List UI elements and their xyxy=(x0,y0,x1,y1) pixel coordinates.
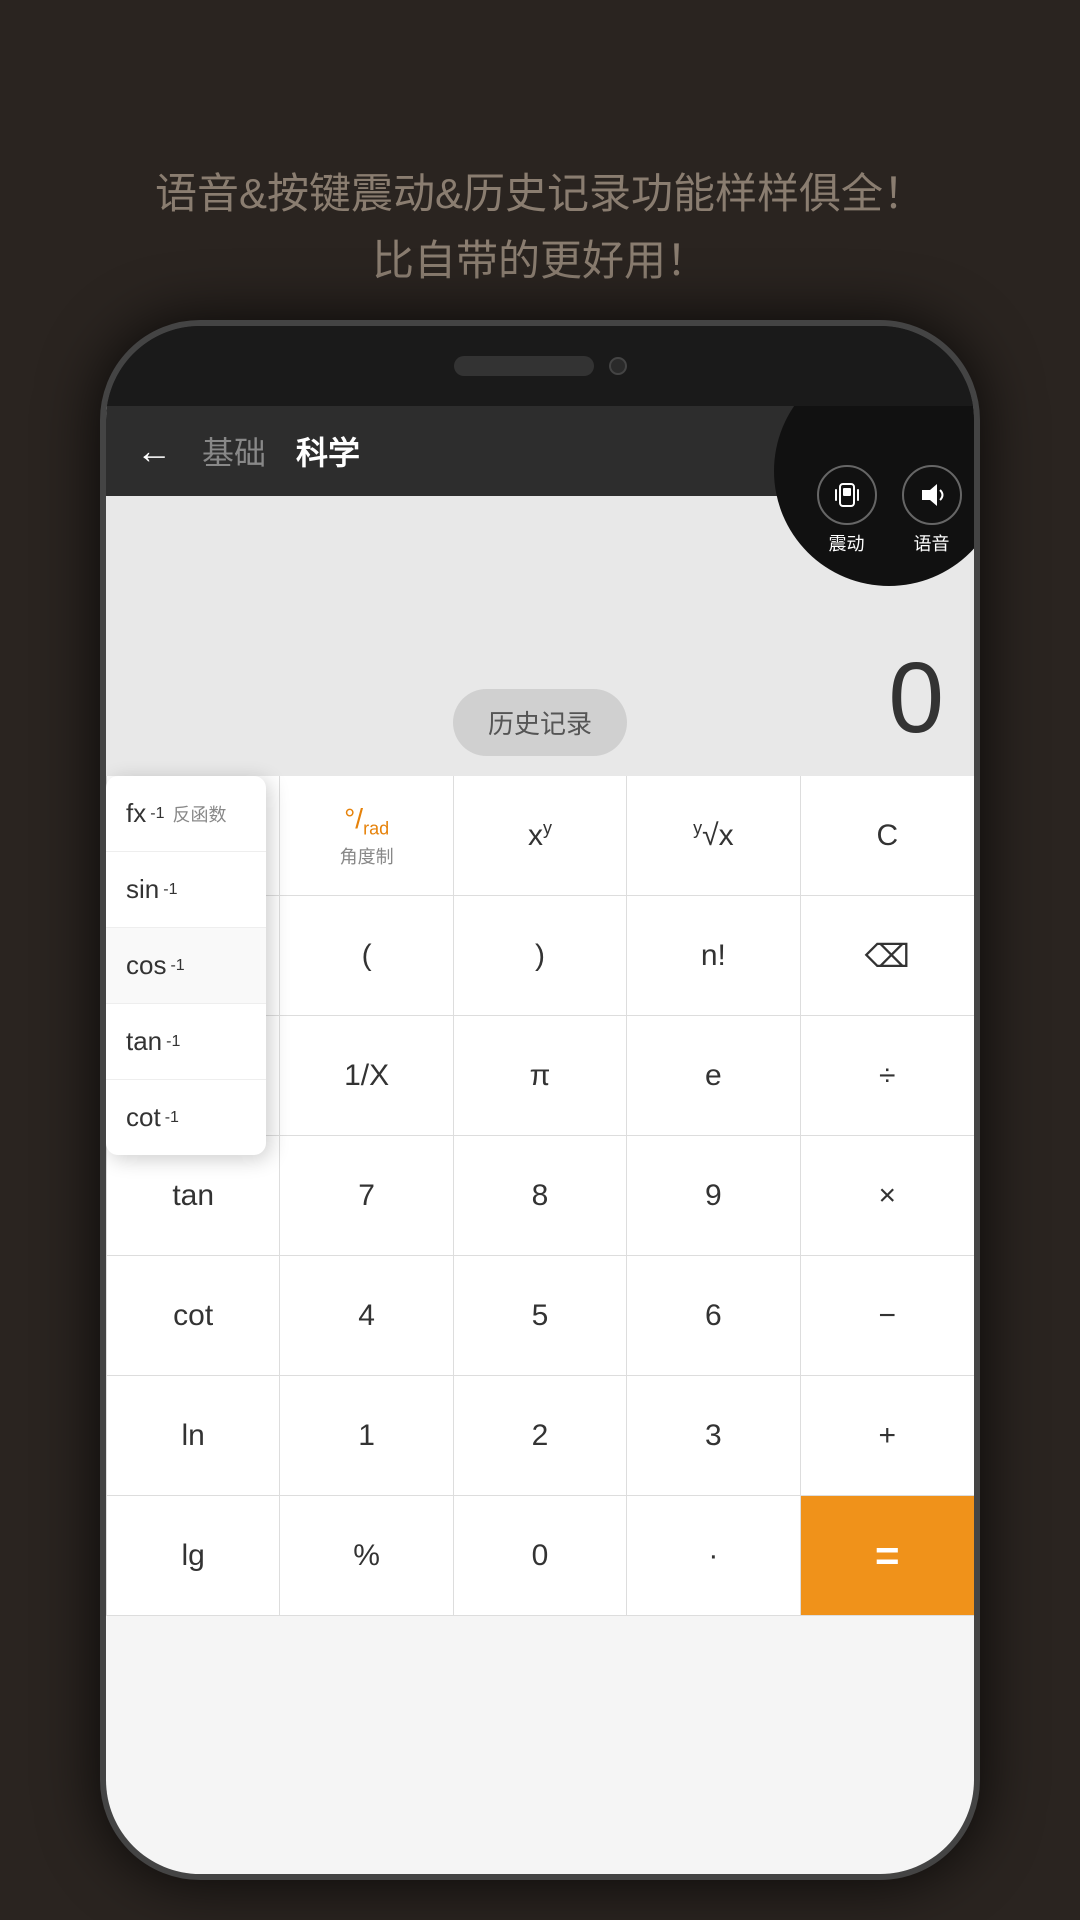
key-r6-c2[interactable]: 0 xyxy=(454,1496,627,1616)
key-r6-c0[interactable]: lg xyxy=(107,1496,280,1616)
keyboard-area: fx-1 反函数 sin-1 cos-1 tan-1 cot-1 xyxy=(106,776,974,1616)
key-r0-c1[interactable]: °/rad角度制 xyxy=(280,776,453,896)
key-r5-c3[interactable]: 3 xyxy=(627,1376,800,1496)
side-popup-item-cos-inv[interactable]: cos-1 xyxy=(106,928,266,1004)
key-r2-c1[interactable]: 1/X xyxy=(280,1016,453,1136)
phone-frame: ← 基础 科学 震动 xyxy=(100,320,980,1880)
key-r3-c3[interactable]: 9 xyxy=(627,1136,800,1256)
key-r5-c0[interactable]: ln xyxy=(107,1376,280,1496)
key-r1-c4[interactable]: ⌫ xyxy=(801,896,974,1016)
key-r5-c1[interactable]: 1 xyxy=(280,1376,453,1496)
phone-top-bar xyxy=(106,326,974,406)
camera-dot xyxy=(609,357,627,375)
key-r5-c2[interactable]: 2 xyxy=(454,1376,627,1496)
key-r0-c2[interactable]: xy xyxy=(454,776,627,896)
key-r4-c2[interactable]: 5 xyxy=(454,1256,627,1376)
app-header: ← 基础 科学 震动 xyxy=(106,406,974,496)
key-r4-c3[interactable]: 6 xyxy=(627,1256,800,1376)
vibrate-icon xyxy=(817,465,877,525)
key-r2-c4[interactable]: ÷ xyxy=(801,1016,974,1136)
side-popup-item-sin-inv[interactable]: sin-1 xyxy=(106,852,266,928)
key-r3-c2[interactable]: 8 xyxy=(454,1136,627,1256)
promo-text: 语音&按键震动&历史记录功能样样俱全！ 比自带的更好用！ xyxy=(0,0,1080,354)
tab-science[interactable]: 科学 xyxy=(296,428,360,474)
key-r4-c1[interactable]: 4 xyxy=(280,1256,453,1376)
sound-icon xyxy=(902,465,962,525)
key-r6-c4[interactable]: = xyxy=(801,1496,974,1616)
key-r0-c4[interactable]: C xyxy=(801,776,974,896)
key-r4-c4[interactable]: − xyxy=(801,1256,974,1376)
side-popup-item-fx-inv[interactable]: fx-1 反函数 xyxy=(106,776,266,852)
tab-basic[interactable]: 基础 xyxy=(202,428,266,474)
back-button[interactable]: ← xyxy=(136,430,172,472)
history-bubble[interactable]: 历史记录 xyxy=(453,689,627,756)
sound-button[interactable]: 语音 xyxy=(902,465,962,556)
key-r5-c4[interactable]: + xyxy=(801,1376,974,1496)
key-r0-c3[interactable]: y√x xyxy=(627,776,800,896)
promo-line1: 语音&按键震动&历史记录功能样样俱全！ xyxy=(80,160,1000,227)
sound-label: 语音 xyxy=(914,530,950,556)
key-r3-c1[interactable]: 7 xyxy=(280,1136,453,1256)
display-number: 0 xyxy=(888,641,944,756)
history-label: 历史记录 xyxy=(488,709,592,739)
key-r1-c3[interactable]: n! xyxy=(627,896,800,1016)
key-r6-c1[interactable]: % xyxy=(280,1496,453,1616)
key-r2-c2[interactable]: π xyxy=(454,1016,627,1136)
key-r1-c2[interactable]: ) xyxy=(454,896,627,1016)
side-popup: fx-1 反函数 sin-1 cos-1 tan-1 cot-1 xyxy=(106,776,266,1155)
key-r1-c1[interactable]: ( xyxy=(280,896,453,1016)
side-popup-item-cot-inv[interactable]: cot-1 xyxy=(106,1080,266,1155)
side-popup-item-tan-inv[interactable]: tan-1 xyxy=(106,1004,266,1080)
app-screen: ← 基础 科学 震动 xyxy=(106,406,974,1874)
key-r6-c3[interactable]: · xyxy=(627,1496,800,1616)
promo-line2: 比自带的更好用！ xyxy=(80,227,1000,294)
vibrate-button[interactable]: 震动 xyxy=(817,465,877,556)
key-r2-c3[interactable]: e xyxy=(627,1016,800,1136)
key-r3-c4[interactable]: × xyxy=(801,1136,974,1256)
key-r4-c0[interactable]: cot xyxy=(107,1256,280,1376)
speaker-grille xyxy=(454,356,594,376)
vibrate-label: 震动 xyxy=(829,530,865,556)
